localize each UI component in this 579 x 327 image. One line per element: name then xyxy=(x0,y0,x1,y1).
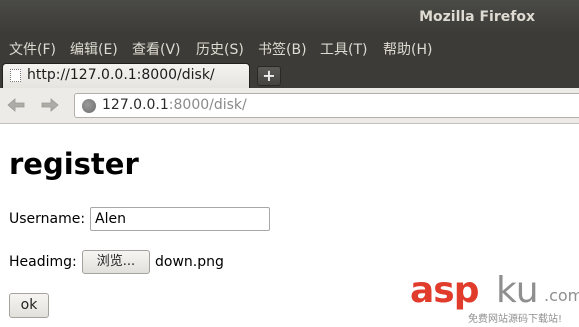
navigation-bar: 127.0.0.1:8000/disk/ xyxy=(0,88,579,124)
tab-disk[interactable]: http://127.0.0.1:8000/disk/ xyxy=(2,63,250,88)
new-tab-button[interactable]: + xyxy=(257,66,281,86)
username-input[interactable] xyxy=(90,207,270,231)
menu-view[interactable]: 查看(V) xyxy=(132,39,181,59)
menu-bookmarks[interactable]: 书签(B) xyxy=(258,39,307,59)
browse-button[interactable]: 浏览... xyxy=(82,250,150,274)
page-content: register Username: Headimg: 浏览... down.p… xyxy=(0,125,579,327)
back-arrow-icon[interactable] xyxy=(6,96,26,114)
tab-strip: http://127.0.0.1:8000/disk/ + xyxy=(0,62,579,88)
url-host: 127.0.0.1 xyxy=(102,97,169,113)
page-title: register xyxy=(9,147,139,181)
menu-help[interactable]: 帮助(H) xyxy=(383,39,432,59)
submit-button[interactable]: ok xyxy=(9,293,49,318)
window-titlebar: Mozilla Firefox xyxy=(0,0,579,34)
forward-arrow-icon[interactable] xyxy=(40,96,60,114)
url-bar[interactable]: 127.0.0.1:8000/disk/ xyxy=(74,93,579,118)
selected-file-name: down.png xyxy=(155,254,224,270)
window-title: Mozilla Firefox xyxy=(419,9,535,25)
watermark-ku: ku xyxy=(496,270,539,311)
menu-history[interactable]: 历史(S) xyxy=(196,39,244,59)
url-text: 127.0.0.1:8000/disk/ xyxy=(102,97,247,113)
menu-file[interactable]: 文件(F) xyxy=(9,39,56,59)
headimg-label: Headimg: xyxy=(9,254,77,270)
globe-icon xyxy=(82,99,96,113)
username-label: Username: xyxy=(9,211,86,227)
page-icon xyxy=(10,69,21,82)
url-path: :8000/disk/ xyxy=(168,97,247,113)
watermark-asp: asp xyxy=(410,270,479,311)
tab-label: http://127.0.0.1:8000/disk/ xyxy=(27,67,215,83)
watermark-logo: asp ku .com 免费网站源码下载站! xyxy=(410,270,579,327)
watermark-com: .com xyxy=(544,286,579,305)
menu-tools[interactable]: 工具(T) xyxy=(320,39,367,59)
watermark-subtitle: 免费网站源码下载站! xyxy=(468,314,563,325)
menu-bar: 文件(F) 编辑(E) 查看(V) 历史(S) 书签(B) 工具(T) 帮助(H… xyxy=(0,34,579,62)
menu-edit[interactable]: 编辑(E) xyxy=(70,39,118,59)
